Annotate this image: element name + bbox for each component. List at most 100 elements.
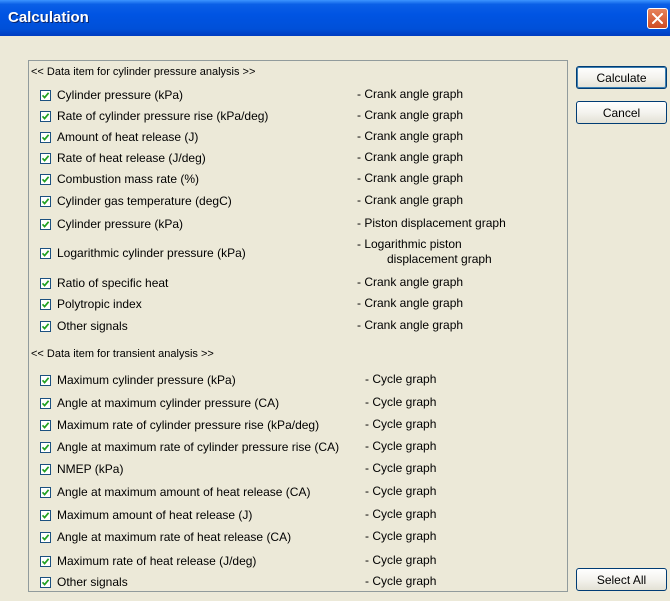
checkbox[interactable] xyxy=(40,420,51,431)
graph-type-label: - Crank angle graph xyxy=(357,171,463,186)
transient-item-angle-at-maximum-rate-of-heat-release-ca[interactable]: Angle at maximum rate of heat release (C… xyxy=(40,529,565,546)
item-label: Maximum rate of heat release (J/deg) xyxy=(57,554,257,568)
item-label: Other signals xyxy=(57,575,128,589)
checkbox[interactable] xyxy=(40,510,51,521)
graph-type-label: - Crank angle graph xyxy=(357,275,463,290)
graph-type-text: - Logarithmic piston xyxy=(357,237,462,251)
checkmark-icon xyxy=(41,512,50,519)
checkmark-icon xyxy=(41,422,50,429)
checkbox[interactable] xyxy=(40,464,51,475)
checkmark-icon xyxy=(41,176,50,183)
graph-type-text: - Crank angle graph xyxy=(357,87,464,101)
graph-type-text: - Crank angle graph xyxy=(357,150,464,164)
cylinder-item-ratio-of-specific-heat[interactable]: Ratio of specific heat - Crank angle grap… xyxy=(40,275,565,292)
graph-type-label: - Crank angle graph xyxy=(357,318,463,333)
graph-type-label: - Cycle graph xyxy=(365,439,436,454)
transient-item-angle-at-maximum-rate-of-cylinder-pressure-rise-ca[interactable]: Angle at maximum rate of cylinder pressu… xyxy=(40,439,565,456)
item-label: NMEP (kPa) xyxy=(57,462,124,476)
checkbox[interactable] xyxy=(40,219,51,230)
transient-item-other-signals[interactable]: Other signals - Cycle graph xyxy=(40,574,565,591)
transient-item-maximum-cylinder-pressure-kpa[interactable]: Maximum cylinder pressure (kPa) - Cycle g… xyxy=(40,372,565,389)
graph-type-text-line2: displacement graph xyxy=(387,252,492,266)
item-label: Angle at maximum cylinder pressure (CA) xyxy=(57,396,280,410)
graph-type-text: - Cycle graph xyxy=(365,553,437,567)
cylinder-item-cylinder-pressure-kpa[interactable]: Cylinder pressure (kPa) - Crank angle gra… xyxy=(40,87,565,104)
item-label: Combustion mass rate (%) xyxy=(57,172,200,186)
checkmark-icon xyxy=(41,534,50,541)
cylinder-item-combustion-mass-rate[interactable]: Combustion mass rate (%) - Crank angle gr… xyxy=(40,171,565,188)
checkbox[interactable] xyxy=(40,532,51,543)
graph-type-text: - Piston displacement graph xyxy=(357,216,506,230)
checkmark-icon xyxy=(41,280,50,287)
cylinder-item-cylinder-gas-temperature-degc[interactable]: Cylinder gas temperature (degC) - Crank a… xyxy=(40,193,565,210)
close-icon xyxy=(652,13,663,24)
graph-type-label: - Crank angle graph xyxy=(357,108,463,123)
checkbox[interactable] xyxy=(40,153,51,164)
calculate-button[interactable]: Calculate xyxy=(576,66,667,89)
cylinder-section-heading: << Data item for cylinder pressure analy… xyxy=(31,66,256,78)
cylinder-item-other-signals[interactable]: Other signals - Crank angle graph xyxy=(40,318,565,335)
graph-type-text: - Crank angle graph xyxy=(357,296,464,310)
checkbox[interactable] xyxy=(40,487,51,498)
transient-section-heading: << Data item for transient analysis >> xyxy=(31,348,214,360)
checkmark-icon xyxy=(41,377,50,384)
checkbox[interactable] xyxy=(40,398,51,409)
close-button[interactable] xyxy=(647,8,668,29)
checkbox[interactable] xyxy=(40,278,51,289)
graph-type-label: - Cycle graph xyxy=(365,574,436,589)
item-label: Amount of heat release (J) xyxy=(57,130,199,144)
graph-type-text: - Crank angle graph xyxy=(357,129,464,143)
graph-type-label: - Cycle graph xyxy=(365,484,436,499)
checkmark-icon xyxy=(41,579,50,586)
cylinder-item-logarithmic-cylinder-pressure-kpa[interactable]: Logarithmic cylinder pressure (kPa) - Log… xyxy=(40,237,565,266)
cylinder-item-rate-of-cylinder-pressure-rise-kpa-deg[interactable]: Rate of cylinder pressure rise (kPa/deg)… xyxy=(40,108,565,125)
checkbox[interactable] xyxy=(40,111,51,122)
graph-type-label: - Crank angle graph xyxy=(357,87,463,102)
item-label: Cylinder gas temperature (degC) xyxy=(57,194,232,208)
graph-type-text: - Cycle graph xyxy=(365,574,437,588)
checkbox[interactable] xyxy=(40,196,51,207)
graph-type-label: - Cycle graph xyxy=(365,507,436,522)
checkbox[interactable] xyxy=(40,132,51,143)
transient-item-maximum-rate-of-heat-release-j-deg[interactable]: Maximum rate of heat release (J/deg) - Cy… xyxy=(40,553,565,570)
checkbox[interactable] xyxy=(40,375,51,386)
item-label: Angle at maximum rate of cylinder pressu… xyxy=(57,440,340,454)
transient-item-nmep-kpa[interactable]: NMEP (kPa) - Cycle graph xyxy=(40,461,565,478)
graph-type-text: - Crank angle graph xyxy=(357,108,464,122)
transient-item-maximum-amount-of-heat-release-j[interactable]: Maximum amount of heat release (J) - Cycl… xyxy=(40,507,565,524)
checkmark-icon xyxy=(41,155,50,162)
cylinder-item-amount-of-heat-release-j[interactable]: Amount of heat release (J) - Crank angle … xyxy=(40,129,565,146)
transient-item-angle-at-maximum-cylinder-pressure-ca[interactable]: Angle at maximum cylinder pressure (CA) -… xyxy=(40,395,565,412)
cylinder-item-cylinder-pressure-kpa[interactable]: Cylinder pressure (kPa) - Piston displace… xyxy=(40,216,565,233)
item-label: Rate of cylinder pressure rise (kPa/deg) xyxy=(57,109,269,123)
item-label: Angle at maximum amount of heat release … xyxy=(57,485,311,499)
item-label: Maximum cylinder pressure (kPa) xyxy=(57,373,236,387)
checkmark-icon xyxy=(41,221,50,228)
checkmark-icon xyxy=(41,323,50,330)
window-title: Calculation xyxy=(8,9,89,26)
cancel-button[interactable]: Cancel xyxy=(576,101,667,124)
checkbox[interactable] xyxy=(40,248,51,259)
checkbox[interactable] xyxy=(40,174,51,185)
checkbox[interactable] xyxy=(40,556,51,567)
checkmark-icon xyxy=(41,301,50,308)
item-label: Maximum rate of cylinder pressure rise (… xyxy=(57,418,320,432)
item-label: Other signals xyxy=(57,319,128,333)
item-label: Cylinder pressure (kPa) xyxy=(57,88,184,102)
checkmark-icon xyxy=(41,113,50,120)
cylinder-item-rate-of-heat-release-j-deg[interactable]: Rate of heat release (J/deg) - Crank angl… xyxy=(40,150,565,167)
checkbox[interactable] xyxy=(40,577,51,588)
checkbox[interactable] xyxy=(40,321,51,332)
checkbox[interactable] xyxy=(40,299,51,310)
checkmark-icon xyxy=(41,92,50,99)
checkbox[interactable] xyxy=(40,442,51,453)
checkbox[interactable] xyxy=(40,90,51,101)
checkmark-icon xyxy=(41,400,50,407)
graph-type-text: - Cycle graph xyxy=(365,439,437,453)
transient-item-maximum-rate-of-cylinder-pressure-rise-kpa-deg[interactable]: Maximum rate of cylinder pressure rise (… xyxy=(40,417,565,434)
transient-item-angle-at-maximum-amount-of-heat-release-ca[interactable]: Angle at maximum amount of heat release … xyxy=(40,484,565,501)
checkmark-icon xyxy=(41,134,50,141)
cylinder-item-polytropic-index[interactable]: Polytropic index - Crank angle graph xyxy=(40,296,565,313)
select-all-button[interactable]: Select All xyxy=(576,568,667,591)
title-bar[interactable]: Calculation xyxy=(0,0,670,36)
